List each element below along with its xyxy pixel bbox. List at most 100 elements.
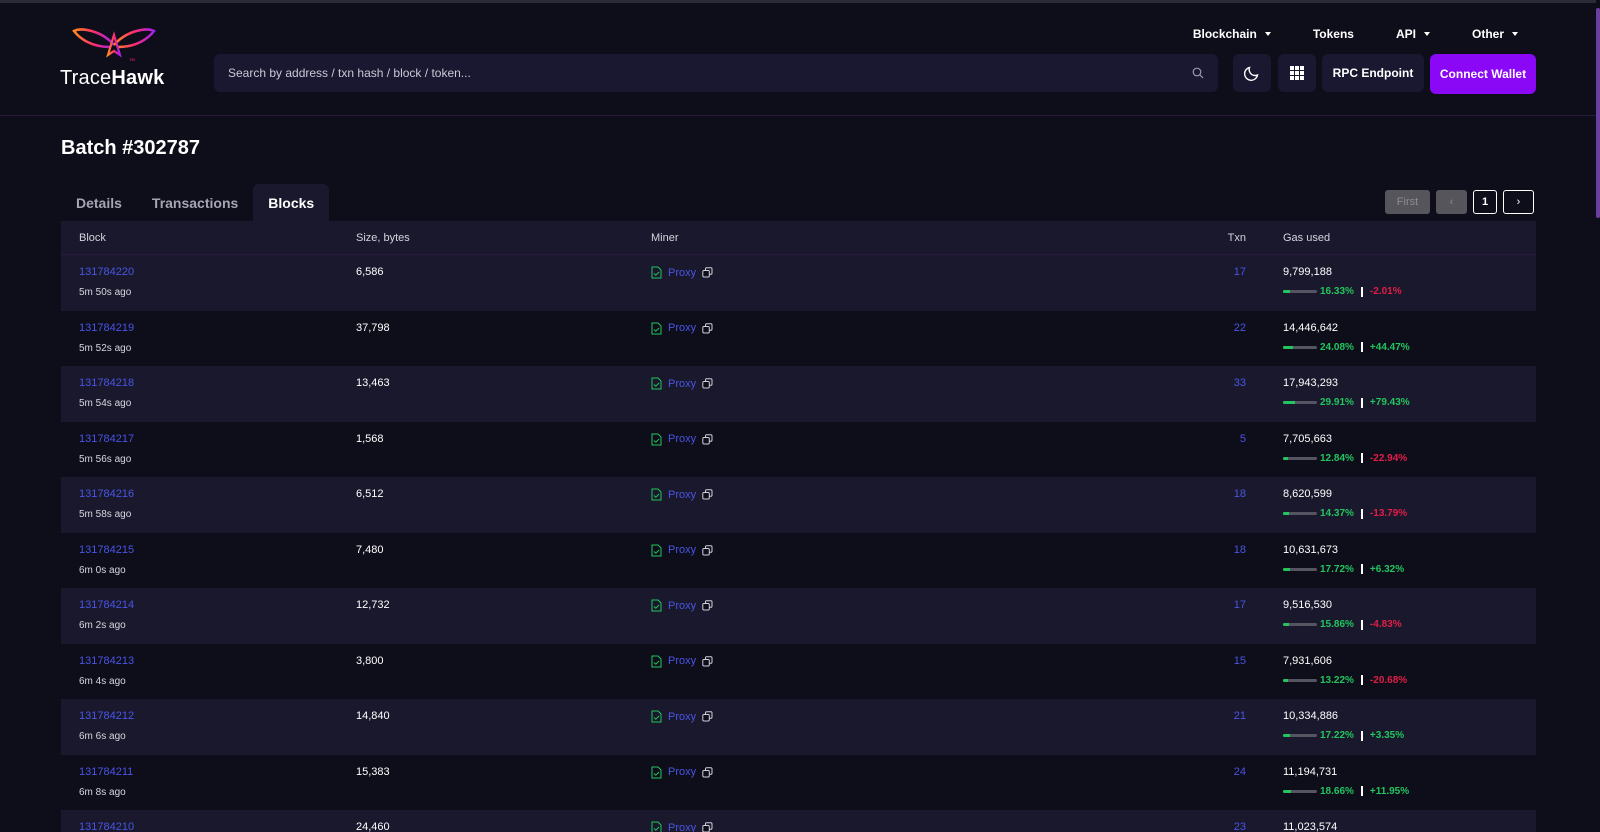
txn-cell: 18: [1191, 488, 1246, 500]
miner-link[interactable]: Proxy: [668, 655, 696, 667]
txn-count-link[interactable]: 23: [1234, 821, 1246, 832]
txn-cell: 23: [1191, 821, 1246, 832]
block-number-link[interactable]: 131784212: [79, 710, 356, 722]
pagination-first-button[interactable]: First: [1385, 190, 1430, 214]
copy-icon[interactable]: [702, 544, 713, 556]
gas-usage-fill: [1283, 789, 1291, 793]
miner-cell: Proxy: [651, 655, 1191, 668]
copy-icon[interactable]: [702, 489, 713, 500]
txn-count-link[interactable]: 22: [1234, 322, 1246, 334]
miner-link[interactable]: Proxy: [668, 544, 696, 556]
block-number-link[interactable]: 131784216: [79, 488, 356, 500]
scrollbar-thumb[interactable]: [1596, 8, 1600, 218]
miner-link[interactable]: Proxy: [668, 822, 696, 832]
block-age: 5m 54s ago: [79, 398, 132, 409]
block-number-link[interactable]: 131784215: [79, 544, 356, 556]
txn-count-link[interactable]: 17: [1234, 599, 1246, 611]
block-number-link[interactable]: 131784218: [79, 377, 356, 389]
copy-icon[interactable]: [702, 433, 713, 445]
block-size: 12,732: [356, 599, 390, 611]
brand-name-light: Trace: [60, 67, 112, 89]
block-number-link[interactable]: 131784213: [79, 655, 356, 667]
search-icon[interactable]: [1192, 67, 1204, 79]
gas-usage-bar: [1283, 345, 1317, 349]
connect-wallet-button[interactable]: Connect Wallet: [1430, 54, 1536, 94]
gas-separator: [1360, 619, 1363, 630]
txn-count-link[interactable]: 33: [1234, 377, 1246, 389]
txn-cell: 33: [1191, 377, 1246, 389]
nav-api[interactable]: API: [1396, 27, 1430, 41]
miner: Proxy: [651, 599, 1191, 612]
copy-icon[interactable]: [702, 822, 713, 832]
block-number-link[interactable]: 131784214: [79, 599, 356, 611]
txn-count-link[interactable]: 18: [1234, 488, 1246, 500]
size-cell: 3,800: [356, 655, 651, 667]
block-age: 6m 2s ago: [79, 620, 126, 631]
gas-cell: 14,446,642 24.08% +44.47%: [1246, 322, 1536, 353]
brand-logo[interactable]: TM TraceHawk: [60, 25, 180, 95]
tab-transactions[interactable]: Transactions: [137, 184, 253, 222]
gas-cell: 9,516,530 15.86% -4.83%: [1246, 599, 1536, 630]
block-number-link[interactable]: 131784219: [79, 322, 356, 334]
gas-separator: [1360, 564, 1363, 574]
pagination-next-button[interactable]: ›: [1503, 190, 1534, 214]
block-cell: 131784211 6m 8s ago: [61, 766, 356, 798]
gas-usage-percent: 24.08%: [1320, 341, 1354, 353]
miner-link[interactable]: Proxy: [668, 378, 696, 390]
block-cell: 131784220 5m 50s ago: [61, 266, 356, 298]
file-check-icon: [651, 544, 662, 556]
txn-count-link[interactable]: 24: [1234, 766, 1246, 778]
gas-target-delta: +3.35%: [1369, 730, 1405, 741]
txn-count-link[interactable]: 18: [1234, 544, 1246, 556]
miner-link[interactable]: Proxy: [668, 766, 696, 778]
nav-blockchain[interactable]: Blockchain: [1193, 27, 1271, 41]
gas-usage-percent: 12.84%: [1320, 452, 1354, 464]
block-age: 6m 0s ago: [79, 564, 126, 576]
txn-count-link[interactable]: 21: [1234, 710, 1246, 722]
miner-link[interactable]: Proxy: [668, 322, 696, 334]
miner-link[interactable]: Proxy: [668, 711, 696, 723]
nav-tokens[interactable]: Tokens: [1313, 27, 1354, 41]
apps-button[interactable]: [1278, 54, 1316, 92]
rpc-endpoint-button[interactable]: RPC Endpoint: [1322, 54, 1424, 92]
block-size: 24,460: [356, 821, 390, 832]
copy-icon[interactable]: [702, 322, 713, 334]
txn-count-link[interactable]: 15: [1234, 655, 1246, 667]
search-bar: [214, 54, 1218, 92]
block-number-link[interactable]: 131784217: [79, 433, 356, 445]
copy-icon[interactable]: [702, 600, 713, 611]
gas-target-delta: -20.68%: [1369, 674, 1408, 686]
miner-link[interactable]: Proxy: [668, 267, 696, 279]
miner-link[interactable]: Proxy: [668, 600, 696, 612]
copy-icon[interactable]: [702, 378, 713, 389]
gas-usage-line: 16.33% -2.01%: [1283, 286, 1536, 297]
txn-count-link[interactable]: 17: [1234, 266, 1246, 278]
gas-target-delta: -2.01%: [1369, 286, 1402, 297]
miner-link[interactable]: Proxy: [668, 489, 696, 501]
block-number-link[interactable]: 131784211: [79, 766, 356, 778]
copy-icon[interactable]: [702, 267, 713, 278]
copy-icon[interactable]: [702, 655, 713, 667]
gas-used: 7,705,663: [1283, 432, 1332, 445]
size-cell: 12,732: [356, 599, 651, 611]
file-check-icon: [651, 599, 662, 612]
tab-details[interactable]: Details: [61, 184, 137, 222]
copy-icon[interactable]: [702, 711, 713, 722]
copy-icon[interactable]: [702, 766, 713, 778]
pagination-prev-button[interactable]: ‹: [1436, 190, 1467, 214]
theme-toggle-button[interactable]: [1233, 54, 1271, 92]
block-number-link[interactable]: 131784210: [79, 821, 356, 832]
table-row: 131784218 5m 54s ago 13,463 Proxy 33 17,…: [61, 366, 1536, 422]
miner: Proxy: [651, 488, 1191, 501]
block-number-link[interactable]: 131784220: [79, 266, 356, 278]
col-header-txn: Txn: [1227, 231, 1246, 244]
search-input[interactable]: [228, 66, 1192, 80]
tab-blocks[interactable]: Blocks: [253, 184, 330, 222]
page-scrollbar[interactable]: [1596, 0, 1600, 832]
table-body: 131784220 5m 50s ago 6,586 Proxy 17 9,79…: [61, 255, 1536, 832]
gas-separator: [1360, 342, 1363, 352]
pagination-current-page[interactable]: 1: [1473, 190, 1497, 214]
miner-link[interactable]: Proxy: [668, 433, 696, 445]
nav-other[interactable]: Other: [1472, 27, 1518, 41]
gas-usage-fill: [1283, 456, 1289, 460]
